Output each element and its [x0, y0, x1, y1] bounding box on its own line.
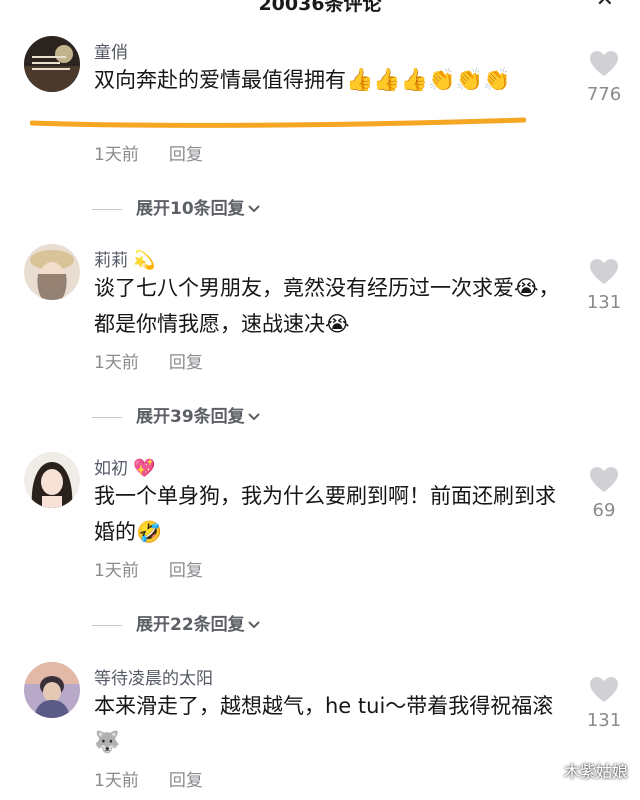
comment-username[interactable]: 童俏	[94, 38, 128, 63]
wechat-icon	[536, 763, 558, 781]
avatar-image	[24, 662, 80, 718]
divider-dash	[92, 416, 122, 418]
comment-text: 我一个单身狗，我为什么要刷到啊！前面还刷到求婚的🤣	[94, 484, 556, 544]
watermark-text: 木紫姑娘	[563, 762, 628, 781]
comment-text: 双向奔赴的爱情最值得拥有👍👍👍👏👏👏	[94, 62, 562, 99]
reply-button[interactable]: 回复	[169, 145, 203, 165]
expand-replies-button[interactable]: 展开39条回复	[92, 402, 261, 427]
expand-replies-label: 展开39条回复	[136, 407, 245, 427]
expand-replies-button[interactable]: 展开10条回复	[92, 194, 261, 219]
like-button[interactable]: 131	[580, 676, 628, 731]
comment-meta: 1天前 回复	[94, 348, 203, 373]
expand-replies-button[interactable]: 展开22条回复	[92, 610, 261, 635]
like-count: 131	[586, 710, 622, 731]
heart-icon	[590, 259, 618, 284]
comment-time: 1天前	[94, 771, 139, 791]
like-count: 69	[592, 500, 616, 521]
close-button[interactable]: ✕	[596, 0, 614, 12]
avatar[interactable]	[24, 452, 80, 508]
username-text: 莉莉	[94, 251, 128, 271]
emoji-sequence: 👍👍👍👏👏👏	[346, 68, 511, 93]
comment-meta: 1天前 回复	[94, 766, 203, 791]
reply-button[interactable]: 回复	[169, 561, 203, 581]
sparkling-heart-emoji: 💖	[133, 458, 156, 479]
comment-username[interactable]: 如初 💖	[94, 454, 156, 479]
username-text: 如初	[94, 459, 128, 479]
comment-username[interactable]: 莉莉 💫	[94, 246, 156, 271]
like-button[interactable]: 776	[580, 50, 628, 105]
comment-time: 1天前	[94, 145, 139, 165]
reply-button[interactable]: 回复	[169, 353, 203, 373]
like-count: 776	[586, 84, 622, 105]
avatar-image	[24, 244, 80, 300]
avatar-image	[24, 36, 80, 92]
avatar[interactable]	[24, 662, 80, 718]
like-button[interactable]: 131	[580, 258, 628, 313]
divider-dash	[92, 208, 122, 210]
comment-username[interactable]: 等待凌晨的太阳	[94, 664, 213, 689]
comment-time: 1天前	[94, 353, 139, 373]
comments-count-title: 20036条评论	[258, 0, 382, 15]
comment-text: 谈了七八个男朋友，竟然没有经历过一次求爱😭，都是你情我愿，速战速决😭	[94, 276, 560, 336]
watermark: 木紫姑娘	[536, 758, 628, 782]
comment-meta: 1天前 回复	[94, 140, 203, 165]
highlight-underline	[30, 117, 526, 128]
like-button[interactable]: 69	[580, 466, 628, 521]
dizzy-emoji: 💫	[133, 250, 156, 271]
expand-replies-label: 展开22条回复	[136, 615, 245, 635]
chevron-down-icon	[247, 621, 260, 629]
comment-time: 1天前	[94, 561, 139, 581]
heart-icon	[590, 51, 618, 76]
heart-icon	[590, 677, 618, 702]
avatar-image	[24, 452, 80, 508]
comments-header: 20036条评论 ✕	[0, 0, 640, 15]
avatar[interactable]	[24, 36, 80, 92]
comment-meta: 1天前 回复	[94, 556, 203, 581]
comment-text: 本来滑走了，越想越气，he tui～带着我得祝福滚🐺	[94, 694, 554, 754]
chevron-down-icon	[247, 413, 260, 421]
comment-body: 双向奔赴的爱情最值得拥有	[94, 68, 346, 92]
reply-button[interactable]: 回复	[169, 771, 203, 791]
avatar[interactable]	[24, 244, 80, 300]
chevron-down-icon	[247, 205, 260, 213]
expand-replies-label: 展开10条回复	[136, 199, 245, 219]
divider-dash	[92, 624, 122, 626]
heart-icon	[590, 467, 618, 492]
like-count: 131	[586, 292, 622, 313]
